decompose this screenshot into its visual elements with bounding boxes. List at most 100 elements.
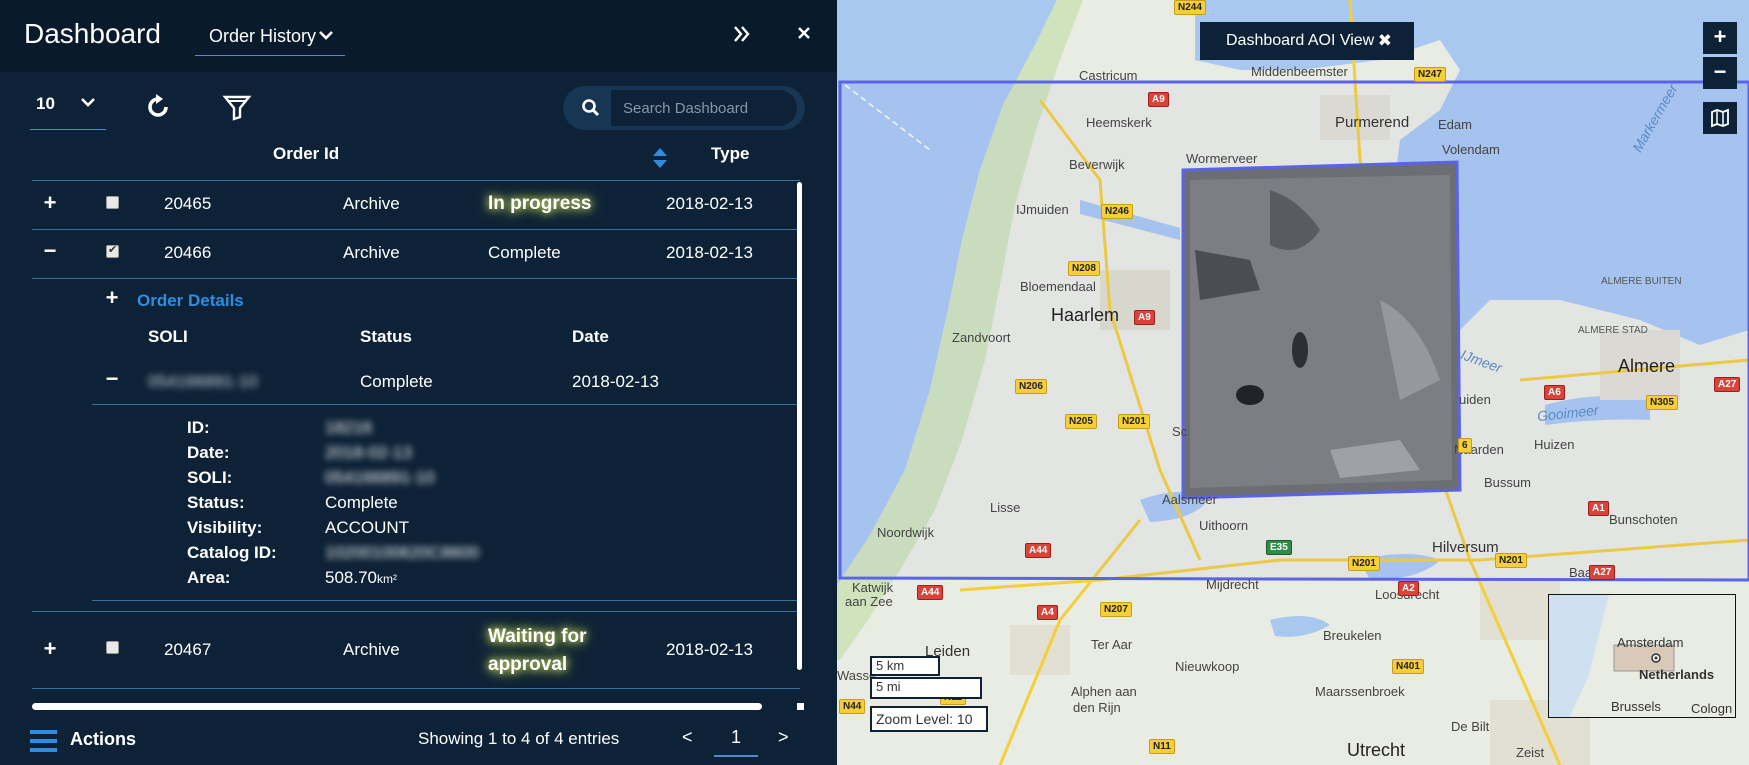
- road-shield: A44: [917, 585, 944, 600]
- map-label: Bussum: [1484, 475, 1531, 490]
- map-label: Edam: [1438, 117, 1472, 132]
- collapse-soli-icon[interactable]: −: [102, 366, 122, 392]
- filter-icon[interactable]: [220, 90, 254, 124]
- refresh-icon[interactable]: [141, 90, 175, 124]
- road-shield: E35: [1266, 540, 1292, 555]
- column-header-soli: SOLI: [148, 327, 188, 346]
- view-selector[interactable]: Order History: [195, 20, 345, 56]
- divider: [32, 229, 800, 230]
- map-label: Lisse: [990, 500, 1021, 515]
- dashboard-panel: Dashboard Order History 10 Order Id Type…: [0, 0, 837, 765]
- order-date: 2018-02-13: [666, 640, 753, 659]
- road-shield: A6: [1544, 385, 1565, 400]
- status-text: Complete: [488, 243, 561, 262]
- vertical-scrollbar[interactable]: [797, 182, 802, 670]
- map-label: Volendam: [1442, 142, 1500, 157]
- road-shield: N401: [1392, 659, 1424, 674]
- search-box[interactable]: [563, 86, 805, 130]
- expand-panel-icon[interactable]: [728, 22, 756, 50]
- order-date: 2018-02-13: [666, 243, 753, 262]
- horizontal-scrollbar[interactable]: [32, 703, 762, 710]
- road-shield: A44: [1025, 543, 1052, 558]
- map-label: Huizen: [1534, 437, 1575, 452]
- panel-footer: Actions Showing 1 to 4 of 4 entries < 1 …: [0, 715, 837, 765]
- row-checkbox[interactable]: [106, 641, 119, 654]
- close-icon[interactable]: ✖: [1378, 31, 1392, 51]
- page-size-select[interactable]: 10: [30, 86, 106, 130]
- zoom-level: Zoom Level: 10: [870, 706, 988, 732]
- zoom-in-button[interactable]: +: [1703, 22, 1737, 54]
- divider: [32, 180, 800, 181]
- order-id: 20467: [164, 640, 212, 659]
- minimap-country-label: Netherlands: [1639, 667, 1715, 682]
- aoi-chip-label: Dashboard AOI View: [1226, 32, 1375, 49]
- sort-icon[interactable]: [651, 146, 669, 170]
- road-shield: N247: [1414, 67, 1446, 82]
- map-label: Bloemendaal: [1020, 279, 1096, 294]
- page-title: Dashboard: [24, 18, 161, 49]
- view-selector-label: Order History: [209, 26, 317, 46]
- zoom-out-button[interactable]: −: [1703, 57, 1737, 89]
- status-badge: In progress: [488, 193, 592, 214]
- order-date: 2018-02-13: [666, 194, 753, 213]
- search-input[interactable]: [611, 90, 797, 126]
- order-type: Archive: [343, 243, 400, 262]
- map-label: aan Zee: [845, 594, 893, 609]
- order-type: Archive: [343, 194, 400, 213]
- map-label: Bunschoten: [1609, 512, 1678, 527]
- soli-date: 2018-02-13: [572, 372, 659, 391]
- map-label: De Bilt: [1451, 719, 1490, 734]
- scale-mi: 5 mi: [870, 677, 982, 699]
- map-label: Purmerend: [1335, 114, 1410, 131]
- map-label: Heemskerk: [1086, 115, 1152, 130]
- column-header-date: Date: [572, 327, 609, 346]
- prev-page-button[interactable]: <: [682, 727, 693, 748]
- map-label: Utrecht: [1347, 740, 1406, 760]
- road-shield: N205: [1065, 414, 1097, 429]
- entries-info: Showing 1 to 4 of 4 entries: [418, 729, 620, 748]
- road-shield: N201: [1495, 553, 1527, 568]
- road-shield: N201: [1348, 556, 1380, 571]
- expand-row-icon[interactable]: +: [40, 190, 60, 216]
- soli-value: 054166891-10: [148, 372, 258, 391]
- map-label: Breukelen: [1323, 628, 1382, 643]
- map-view[interactable]: Castricum Middenbeemster Heemskerk Purme…: [837, 0, 1749, 765]
- close-icon[interactable]: [790, 22, 818, 50]
- row-checkbox[interactable]: [106, 243, 119, 258]
- map-label: Sc: [1172, 424, 1188, 439]
- road-shield: A9: [1148, 92, 1169, 107]
- divider: [32, 688, 800, 689]
- collapse-row-icon[interactable]: −: [40, 238, 60, 264]
- order-id: 20466: [164, 243, 212, 262]
- row-checkbox[interactable]: [106, 196, 119, 209]
- next-page-button[interactable]: >: [778, 727, 789, 748]
- scale-km: 5 km: [870, 656, 940, 676]
- minimap-city-label: Amsterdam: [1617, 635, 1684, 650]
- road-shield: N246: [1101, 204, 1133, 219]
- order-details-link[interactable]: Order Details: [137, 291, 244, 311]
- divider: [92, 404, 800, 405]
- column-header-status: Status: [360, 327, 412, 346]
- current-page[interactable]: 1: [714, 727, 758, 757]
- detail-label-date: Date:: [187, 443, 230, 462]
- detail-label-visibility: Visibility:: [187, 518, 263, 537]
- expand-row-icon[interactable]: +: [40, 636, 60, 662]
- road-shield: N208: [1068, 261, 1100, 276]
- chevron-down-icon: [319, 31, 333, 40]
- expand-details-icon[interactable]: +: [102, 285, 122, 311]
- column-header-order-id[interactable]: Order Id: [273, 144, 339, 164]
- column-header-type[interactable]: Type: [711, 144, 749, 164]
- map-label: Haarlem: [1051, 305, 1120, 325]
- area-value: 508.70: [325, 568, 377, 587]
- road-shield: A27: [1714, 377, 1741, 392]
- map-label: den Rijn: [1073, 700, 1121, 715]
- map-label: ALMERE STAD: [1578, 325, 1648, 336]
- map-label: ALMERE BUITEN: [1601, 276, 1682, 287]
- map-label: uiden: [1459, 392, 1491, 407]
- panel-header: Dashboard Order History: [0, 0, 837, 72]
- divider: [32, 278, 800, 279]
- basemap-button[interactable]: [1703, 102, 1737, 134]
- aoi-view-chip[interactable]: Dashboard AOI View ✖: [1200, 22, 1414, 60]
- detail-value-status: Complete: [325, 493, 398, 512]
- overview-minimap[interactable]: Amsterdam Netherlands Brussels Cologn: [1548, 594, 1736, 718]
